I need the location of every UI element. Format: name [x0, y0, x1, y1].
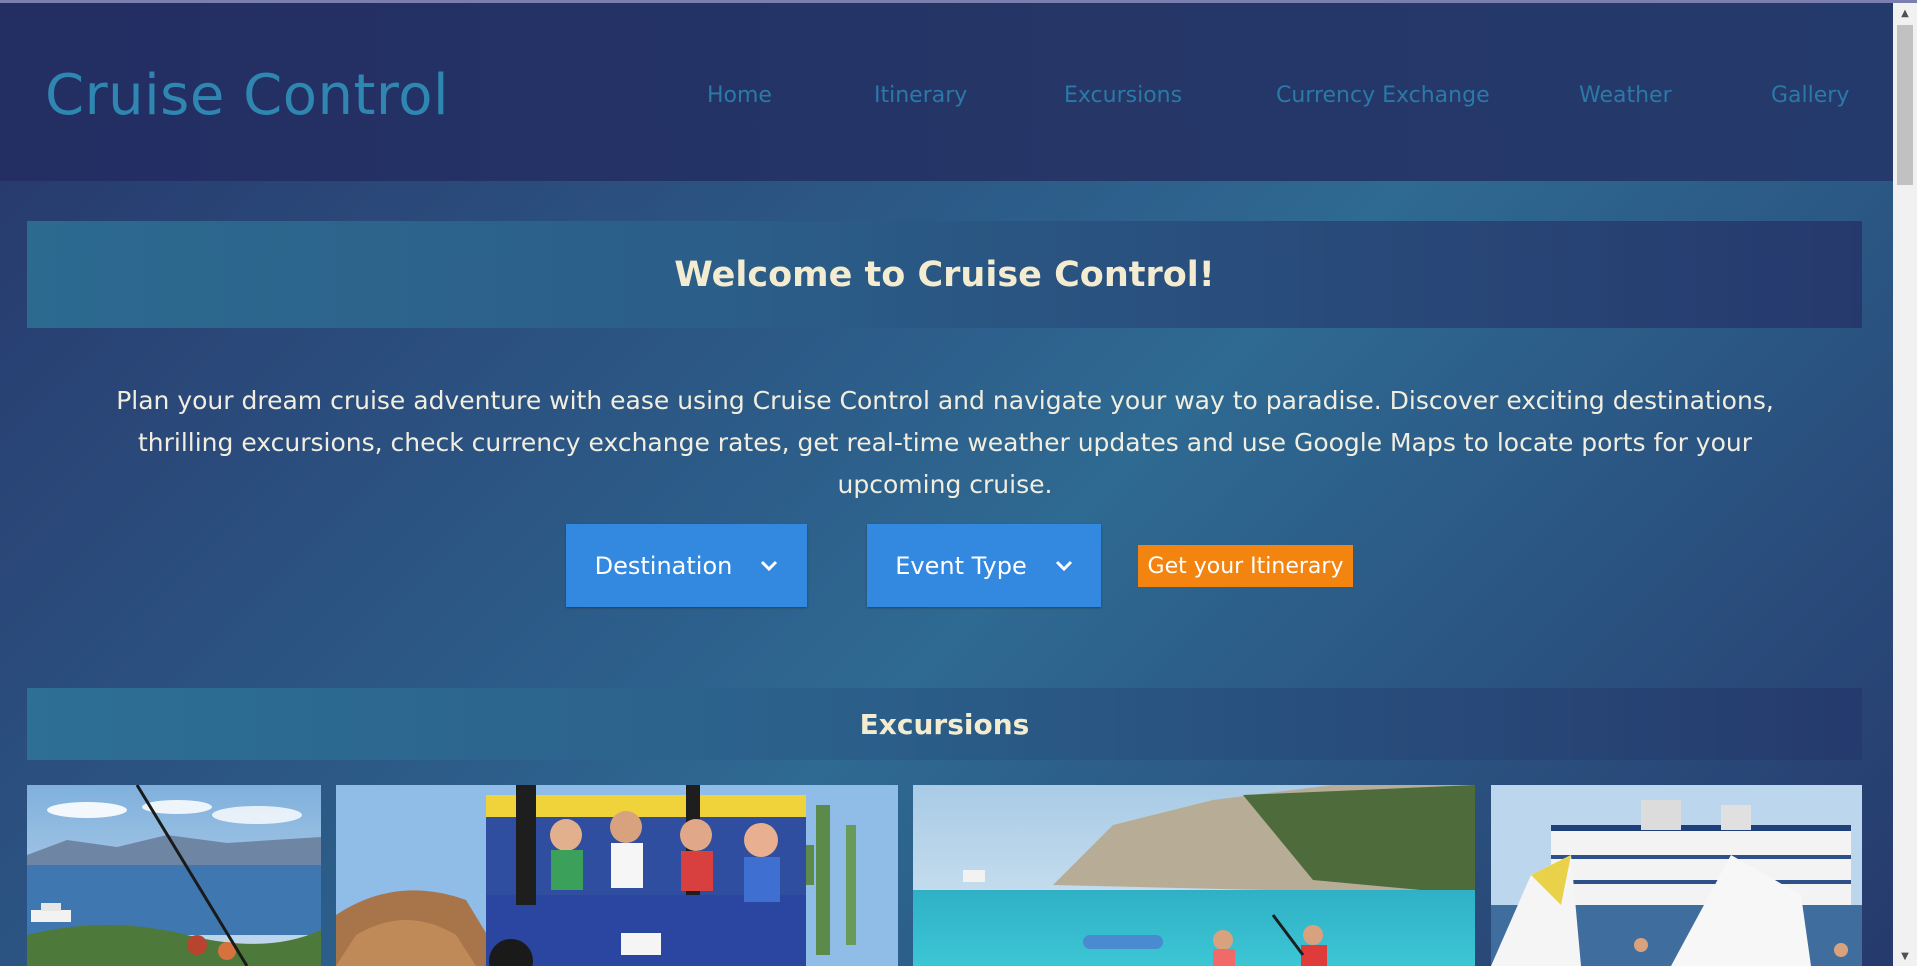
scroll-down-icon[interactable]: ▼ [1893, 946, 1917, 966]
destination-label: Destination [594, 551, 733, 580]
welcome-banner: Welcome to Cruise Control! [27, 221, 1862, 328]
jeep-safari-photo[interactable] [336, 785, 898, 966]
chevron-down-icon [761, 560, 778, 571]
zipline-coast-photo[interactable] [27, 785, 321, 966]
water-park-ship-photo[interactable] [1491, 785, 1862, 966]
nav-weather[interactable]: Weather [1579, 83, 1672, 108]
nav-currency-exchange[interactable]: Currency Exchange [1276, 83, 1490, 108]
excursions-heading-bar: Excursions [27, 688, 1862, 760]
nav-itinerary[interactable]: Itinerary [874, 83, 967, 108]
excursions-title: Excursions [859, 707, 1030, 741]
nav-home[interactable]: Home [707, 83, 772, 108]
intro-text: Plan your dream cruise adventure with ea… [116, 386, 1774, 499]
scroll-up-icon[interactable]: ▲ [1893, 3, 1917, 23]
event-type-label: Event Type [895, 551, 1027, 580]
welcome-title: Welcome to Cruise Control! [674, 254, 1215, 295]
nav-excursions[interactable]: Excursions [1064, 83, 1182, 108]
destination-dropdown[interactable]: Destination [566, 524, 807, 607]
nav-gallery[interactable]: Gallery [1771, 83, 1849, 108]
scrollbar-thumb[interactable] [1897, 25, 1913, 185]
kayak-cove-photo[interactable] [913, 785, 1475, 966]
event-type-dropdown[interactable]: Event Type [867, 524, 1101, 607]
page-scrollbar[interactable]: ▲ ▼ [1893, 3, 1917, 966]
chevron-down-icon [1055, 560, 1072, 571]
site-header: Cruise Control Home Itinerary Excursions… [0, 3, 1893, 181]
main-nav: Home Itinerary Excursions Currency Excha… [0, 83, 1893, 113]
get-itinerary-button[interactable]: Get your Itinerary [1138, 545, 1353, 587]
